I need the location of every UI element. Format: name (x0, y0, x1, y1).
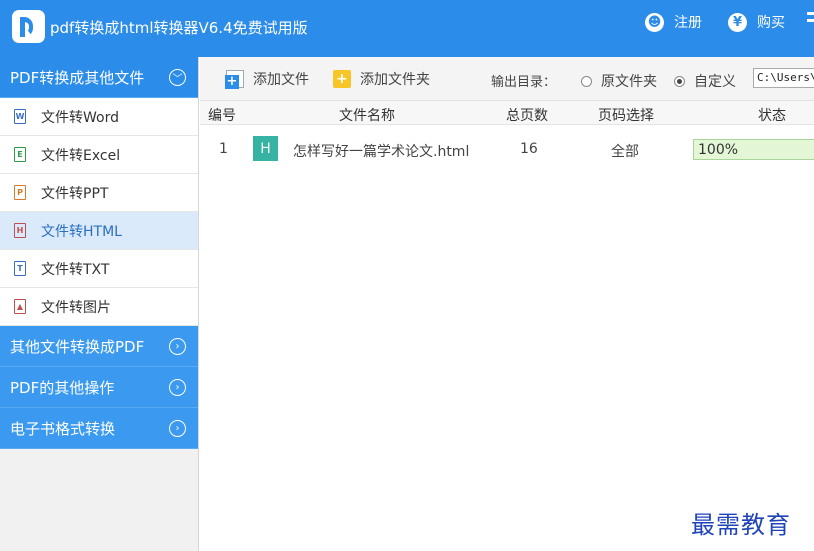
sidebar-item-label: 文件转Excel (41, 147, 121, 164)
sidebar-group-pdf-to-other[interactable]: PDF转换成其他文件 ﹀ (0, 57, 198, 98)
chevron-right-icon: › (169, 379, 186, 396)
row-file-name: 怎样写好一篇学术论文.html (293, 144, 470, 160)
add-folder-icon (333, 70, 351, 88)
app-logo-icon (12, 10, 45, 43)
watermark-text: 最需教育 (691, 511, 791, 539)
html-file-icon: H (14, 223, 26, 238)
row-page-range[interactable]: 全部 (611, 141, 639, 161)
sidebar-item-word[interactable]: W 文件转Word (0, 98, 198, 136)
excel-file-icon: E (14, 147, 26, 162)
buy-button[interactable]: ¥ 购买 (728, 11, 785, 33)
column-header-status: 状态 (758, 108, 786, 124)
radio-custom-folder[interactable]: 自定义 (674, 71, 736, 91)
ppt-file-icon: P (14, 185, 26, 200)
register-button[interactable]: ☻ 注册 (645, 11, 702, 33)
radio-original-label: 原文件夹 (601, 74, 657, 90)
radio-custom-label: 自定义 (694, 74, 736, 90)
sidebar-item-label: 文件转图片 (41, 299, 111, 316)
sidebar-group-label: 电子书格式转换 (10, 419, 116, 438)
column-header-file-name: 文件名称 (339, 108, 395, 124)
radio-selected-icon (674, 75, 685, 87)
word-file-icon: W (14, 109, 26, 124)
sidebar-item-label: 文件转Word (41, 109, 119, 126)
user-icon: ☻ (645, 12, 664, 32)
progress-text: 100% (698, 142, 739, 158)
chevron-down-icon: ﹀ (169, 69, 186, 86)
column-header-number: 编号 (208, 108, 236, 124)
title-bar: pdf转换成html转换器V6.4免费试用版 ☻ 注册 ¥ 购买 (0, 0, 814, 57)
txt-file-icon: T (14, 261, 26, 276)
sidebar-item-ppt[interactable]: P 文件转PPT (0, 174, 198, 212)
buy-label: 购买 (757, 15, 785, 31)
sidebar-item-label: 文件转TXT (41, 261, 110, 278)
add-folder-label: 添加文件夹 (360, 72, 430, 88)
app-title: pdf转换成html转换器V6.4免费试用版 (50, 19, 308, 37)
sidebar-group-other-to-pdf[interactable]: 其他文件转换成PDF › (0, 326, 198, 367)
sidebar-item-label: 文件转PPT (41, 185, 109, 202)
table-row[interactable]: 1 H 怎样写好一篇学术论文.html 16 全部 100% (200, 132, 814, 166)
sidebar-item-html[interactable]: H 文件转HTML (0, 212, 198, 250)
sidebar-group-label: PDF的其他操作 (10, 378, 115, 397)
register-label: 注册 (674, 15, 702, 31)
toolbar: 添加文件 添加文件夹 输出目录： 原文件夹 自定义 C:\Users\ (200, 57, 814, 101)
add-file-button[interactable]: 添加文件 (225, 69, 309, 89)
sidebar-item-txt[interactable]: T 文件转TXT (0, 250, 198, 288)
radio-icon (581, 75, 592, 87)
image-file-icon: ▲ (14, 299, 26, 314)
chevron-right-icon: › (169, 338, 186, 355)
add-file-icon (225, 70, 244, 89)
sidebar-group-label: 其他文件转换成PDF (10, 337, 145, 356)
output-path-field[interactable]: C:\Users\ (753, 68, 814, 88)
chevron-right-icon: › (169, 420, 186, 437)
output-dir-label: 输出目录： (491, 75, 557, 90)
sidebar-group-label: PDF转换成其他文件 (10, 68, 145, 87)
sidebar: PDF转换成其他文件 ﹀ W 文件转Word E 文件转Excel P 文件转P… (0, 57, 199, 551)
add-file-label: 添加文件 (253, 72, 309, 88)
column-header-page-range: 页码选择 (598, 108, 654, 124)
sidebar-item-excel[interactable]: E 文件转Excel (0, 136, 198, 174)
row-total-pages: 16 (520, 141, 538, 157)
sidebar-group-pdf-other-ops[interactable]: PDF的其他操作 › (0, 367, 198, 408)
sidebar-item-label: 文件转HTML (41, 223, 122, 240)
html-type-icon: H (253, 136, 278, 161)
file-table-header: 编号 文件名称 总页数 页码选择 状态 (200, 101, 814, 125)
conversion-progress-bar: 100% (693, 139, 814, 160)
radio-original-folder[interactable]: 原文件夹 (581, 71, 657, 91)
add-folder-button[interactable]: 添加文件夹 (333, 69, 430, 89)
sidebar-item-image[interactable]: ▲ 文件转图片 (0, 288, 198, 326)
yen-icon: ¥ (728, 12, 747, 32)
menu-icon[interactable] (807, 12, 814, 30)
sidebar-group-ebook-convert[interactable]: 电子书格式转换 › (0, 408, 198, 449)
column-header-total-pages: 总页数 (506, 108, 548, 124)
row-number: 1 (219, 141, 228, 157)
